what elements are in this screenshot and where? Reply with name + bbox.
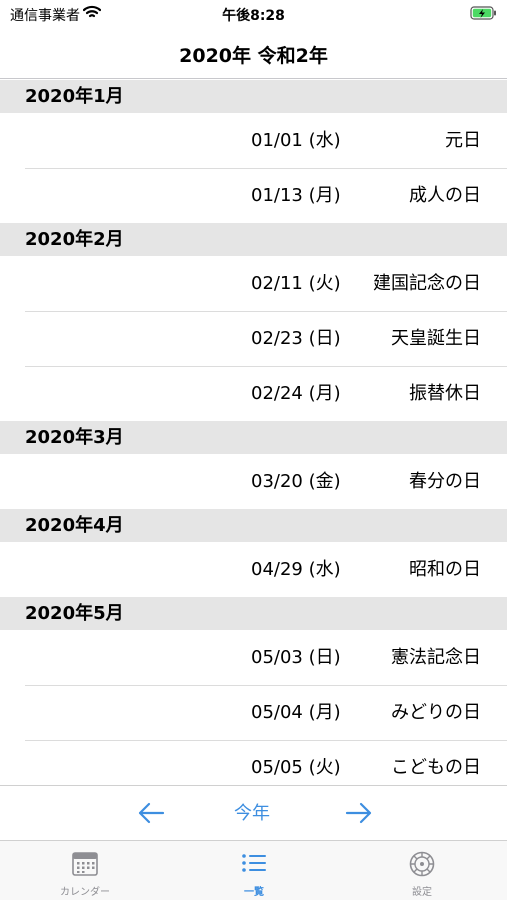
- holiday-name: 成人の日: [409, 185, 481, 206]
- month-section-header: 2020年4月: [0, 509, 507, 542]
- next-year-arrow-icon[interactable]: [345, 802, 373, 824]
- holiday-date: 01/01 (水): [251, 130, 341, 151]
- holiday-name: こどもの日: [391, 757, 481, 778]
- holiday-row[interactable]: 01/13 (月) 成人の日: [0, 168, 507, 223]
- calendar-icon: [72, 852, 98, 876]
- holiday-row[interactable]: 02/11 (火) 建国記念の日: [0, 256, 507, 311]
- settings-gear-icon: [409, 851, 435, 877]
- holiday-row[interactable]: 05/05 (火) こどもの日: [0, 740, 507, 785]
- holiday-date: 02/11 (火): [251, 273, 341, 294]
- month-section-header: 2020年3月: [0, 421, 507, 454]
- tab-list-label: 一覧: [244, 887, 264, 898]
- tab-calendar-label: カレンダー: [60, 887, 110, 898]
- holiday-name: 建国記念の日: [373, 273, 481, 294]
- holiday-name: みどりの日: [391, 702, 481, 723]
- battery-charging-icon: [470, 6, 496, 20]
- this-year-button[interactable]: 今年: [212, 786, 292, 841]
- holiday-name: 憲法記念日: [391, 647, 481, 668]
- tab-calendar[interactable]: カレンダー: [25, 841, 145, 900]
- holiday-name: 春分の日: [409, 471, 481, 492]
- holiday-date: 02/23 (日): [251, 328, 341, 349]
- holiday-row[interactable]: 02/23 (日) 天皇誕生日: [0, 311, 507, 366]
- holiday-date: 05/04 (月): [251, 702, 341, 723]
- holiday-name: 昭和の日: [409, 559, 481, 580]
- navigation-bar: 2020年 令和2年: [0, 28, 507, 79]
- month-section-header: 2020年1月: [0, 80, 507, 113]
- month-section-header: 2020年2月: [0, 223, 507, 256]
- holiday-row[interactable]: 01/01 (水) 元日: [0, 113, 507, 168]
- status-time: 午後8:28: [222, 8, 285, 24]
- holiday-date: 01/13 (月): [251, 185, 341, 206]
- holiday-date: 05/05 (火): [251, 757, 341, 778]
- previous-year-arrow-icon[interactable]: [137, 802, 165, 824]
- year-navigation-bar: 今年: [0, 785, 507, 840]
- list-icon: [242, 854, 266, 872]
- holiday-row[interactable]: 03/20 (金) 春分の日: [0, 454, 507, 509]
- holiday-name: 天皇誕生日: [391, 328, 481, 349]
- status-bar: 通信事業者 午後8:28: [0, 0, 507, 28]
- holiday-date: 04/29 (水): [251, 559, 341, 580]
- holiday-row[interactable]: 04/29 (水) 昭和の日: [0, 542, 507, 597]
- holiday-row[interactable]: 05/04 (月) みどりの日: [0, 685, 507, 740]
- holiday-name: 元日: [445, 130, 481, 151]
- tab-bar: カレンダー 一覧 設定: [0, 840, 507, 900]
- holiday-row[interactable]: 02/24 (月) 振替休日: [0, 366, 507, 421]
- holiday-row[interactable]: 05/03 (日) 憲法記念日: [0, 630, 507, 685]
- tab-settings-label: 設定: [412, 887, 432, 898]
- holiday-date: 05/03 (日): [251, 647, 341, 668]
- month-section-header: 2020年5月: [0, 597, 507, 630]
- tab-list[interactable]: 一覧: [194, 841, 314, 900]
- tab-settings[interactable]: 設定: [362, 841, 482, 900]
- holiday-list[interactable]: 2020年1月 01/01 (水) 元日 01/13 (月) 成人の日 2020…: [0, 80, 507, 785]
- holiday-name: 振替休日: [409, 383, 481, 404]
- page-title: 2020年 令和2年: [179, 45, 328, 67]
- holiday-date: 02/24 (月): [251, 383, 341, 404]
- holiday-date: 03/20 (金): [251, 471, 341, 492]
